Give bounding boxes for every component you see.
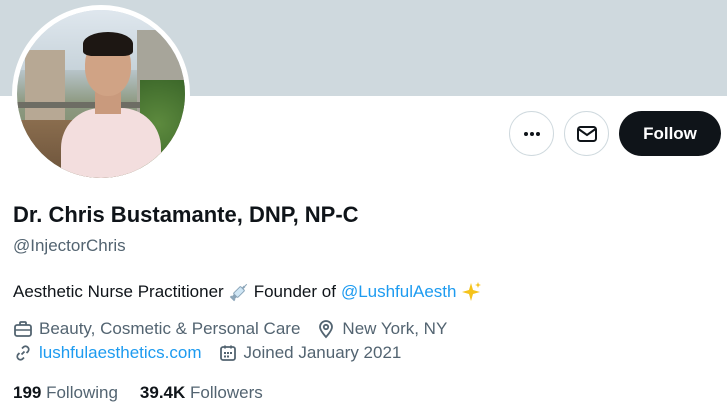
mail-icon [576,125,597,142]
following-count: 199 [13,383,47,402]
meta-joined-label: Joined January 2021 [243,343,402,362]
meta-location: New York, NY [316,319,447,339]
calendar-icon [219,345,236,361]
profile-meta-row-2: lushfulaesthetics.com Joined January 202… [13,343,417,363]
avatar[interactable] [12,5,190,183]
meta-joined: Joined January 2021 [218,343,402,363]
more-icon [523,131,540,136]
bio-text-founder: Founder of [253,282,336,301]
following-label: Following [46,383,118,402]
profile-stats: 199 Following 39.4K Followers [13,383,285,403]
profile-handle: @InjectorChris [13,236,126,255]
follow-button[interactable]: Follow [619,111,721,156]
followers-stat[interactable]: 39.4K Followers [140,383,263,403]
bio-text: Aesthetic Nurse Practitioner [13,282,224,301]
sparkles-icon [460,281,482,303]
avatar-photo [17,10,185,178]
location-pin-icon [319,320,334,339]
briefcase-icon [14,321,32,337]
syringe-icon [228,282,250,302]
meta-website: lushfulaesthetics.com [13,343,202,363]
following-stat[interactable]: 199 Following [13,383,118,403]
more-button[interactable] [509,111,554,156]
profile-meta-row-1: Beauty, Cosmetic & Personal Care New Yor… [13,319,463,339]
meta-category: Beauty, Cosmetic & Personal Care [13,319,300,339]
followers-count: 39.4K [139,383,190,402]
bio-mention-link[interactable]: @LushfulAesth [341,282,457,302]
meta-location-label: New York, NY [342,319,448,338]
followers-label: Followers [190,383,263,402]
website-link[interactable]: lushfulaesthetics.com [39,343,202,363]
profile-bio: Aesthetic Nurse Practitioner Founder of … [13,281,486,303]
message-button[interactable] [564,111,609,156]
meta-category-label: Beauty, Cosmetic & Personal Care [39,319,301,338]
profile-name: Dr. Chris Bustamante, DNP, NP-C [13,202,359,227]
link-icon [16,345,30,361]
